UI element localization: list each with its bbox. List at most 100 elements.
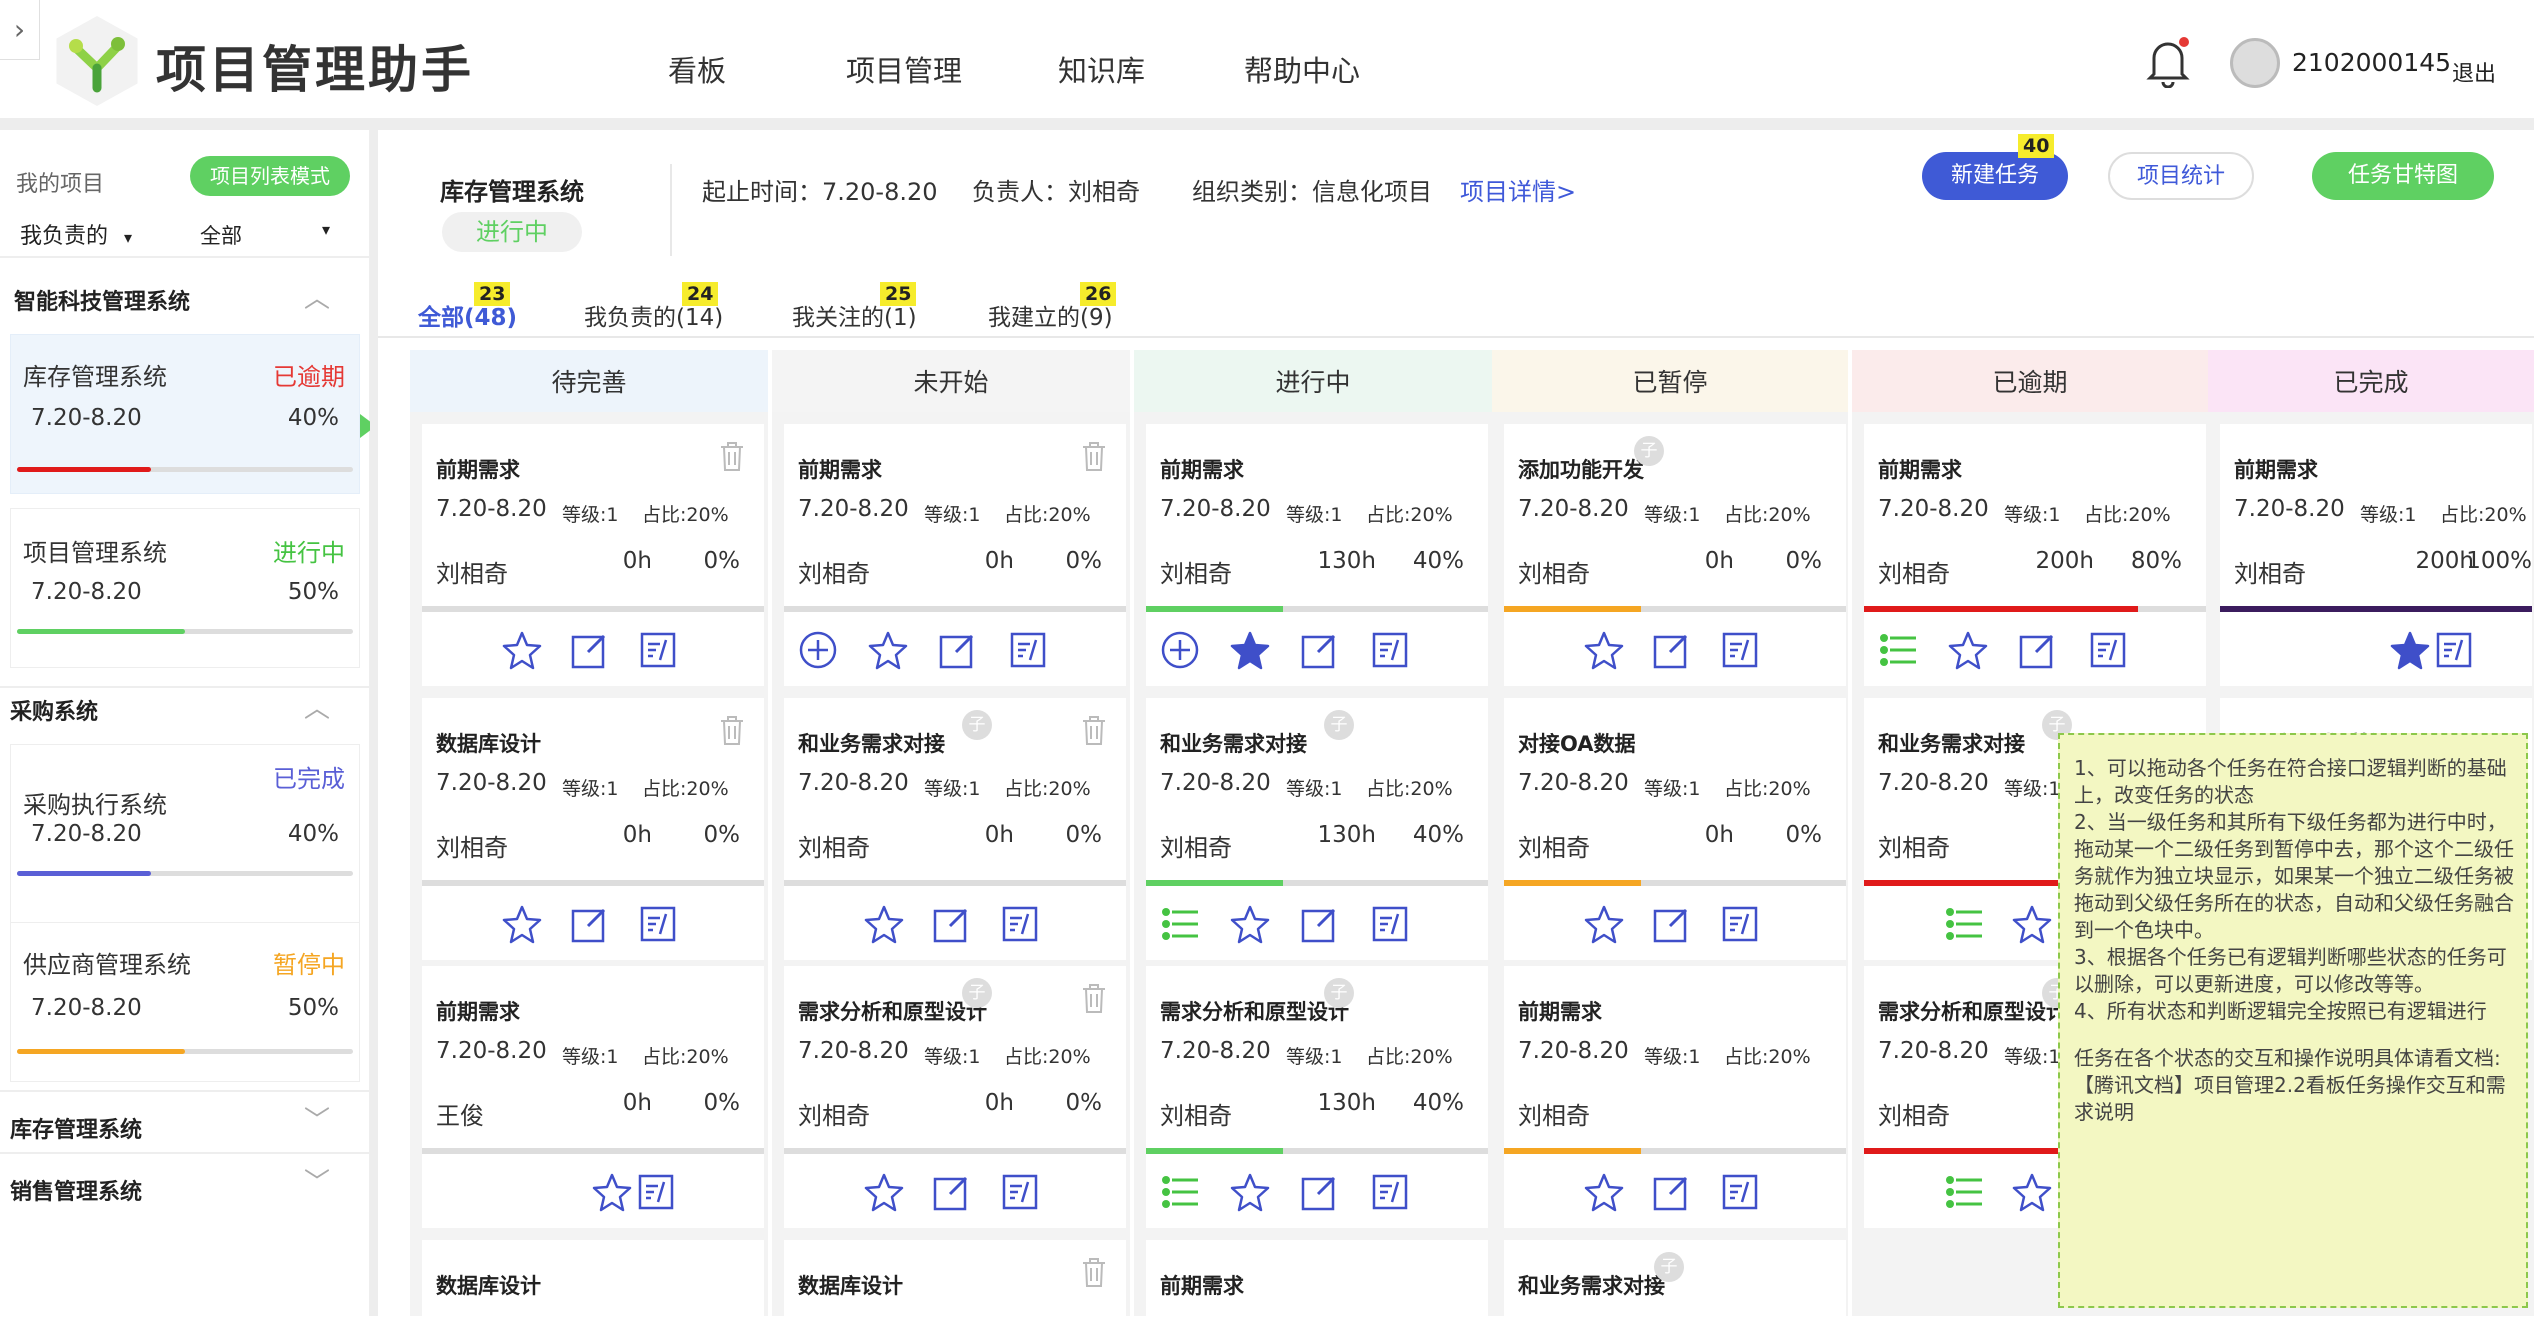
task-title: 需求分析和原型设计 <box>798 1000 987 1024</box>
chevron-down-icon[interactable]: ﹀ <box>304 1100 330 1137</box>
subtask-icon[interactable] <box>1944 904 1984 944</box>
star-icon[interactable] <box>2012 904 2052 944</box>
task-card[interactable]: 数据库设计 <box>784 1240 1126 1320</box>
star-icon[interactable] <box>592 1172 632 1212</box>
report-icon[interactable] <box>2088 630 2128 670</box>
edit-icon[interactable] <box>570 630 610 670</box>
subtask-icon[interactable] <box>1944 1172 1984 1212</box>
task-card[interactable]: 添加功能开发子 7.20-8.20 等级:1 占比:20% 刘相奇 0h 0% <box>1504 424 1846 686</box>
list-mode-button[interactable]: 项目列表模式 <box>190 156 350 196</box>
subtask-icon[interactable] <box>1878 630 1918 670</box>
add-circle-icon[interactable] <box>1160 630 1200 670</box>
report-icon[interactable] <box>2434 630 2474 670</box>
star-icon[interactable] <box>1230 904 1270 944</box>
edit-icon[interactable] <box>1652 904 1692 944</box>
star-icon[interactable] <box>1230 1172 1270 1212</box>
avatar[interactable] <box>2230 38 2280 88</box>
filter-owner[interactable]: 我负责的 ▾ <box>20 218 132 250</box>
chevron-down-icon[interactable]: ﹀ <box>304 1162 330 1199</box>
star-icon[interactable] <box>1948 630 1988 670</box>
trash-icon[interactable] <box>718 440 746 472</box>
task-card[interactable]: 前期需求 7.20-8.20 等级:1 占比:20% 刘相奇 200h 100% <box>2220 424 2532 686</box>
group-title[interactable]: 销售管理系统 <box>10 1174 142 1206</box>
project-detail-link[interactable]: 项目详情> <box>1460 172 1576 207</box>
task-card[interactable]: 前期需求 7.20-8.20 等级:1 占比:20% 刘相奇 0h 0% <box>422 424 764 686</box>
edit-icon[interactable] <box>1300 1172 1340 1212</box>
task-card[interactable]: 前期需求 7.20-8.20 等级:1 占比:20% 王俊 0h 0% <box>422 966 764 1228</box>
report-icon[interactable] <box>1720 904 1760 944</box>
edit-icon[interactable] <box>1652 630 1692 670</box>
group-title[interactable]: 智能科技管理系统 <box>14 284 190 316</box>
task-card[interactable]: 需求分析和原型设计子 7.20-8.20 等级:1 占比:20% 刘相奇 0h 0% <box>784 966 1126 1228</box>
task-card[interactable]: 数据库设计 7.20-8.20 等级:1 占比:20% 刘相奇 0h 0% <box>422 698 764 960</box>
star-filled-icon[interactable] <box>2390 630 2430 670</box>
report-icon[interactable] <box>1370 630 1410 670</box>
gantt-button[interactable]: 任务甘特图 <box>2312 152 2494 200</box>
add-circle-icon[interactable] <box>798 630 838 670</box>
group-title[interactable]: 库存管理系统 <box>10 1112 142 1144</box>
edit-icon[interactable] <box>1300 630 1340 670</box>
edit-icon[interactable] <box>932 1172 972 1212</box>
task-card[interactable]: 和业务需求对接子 <box>1504 1240 1846 1320</box>
star-icon[interactable] <box>2012 1172 2052 1212</box>
report-icon[interactable] <box>638 904 678 944</box>
task-card[interactable]: 前期需求 7.20-8.20 等级:1 占比:20% 刘相奇 200h 80% <box>1864 424 2206 686</box>
edit-icon[interactable] <box>932 904 972 944</box>
task-card[interactable]: 前期需求 7.20-8.20 等级:1 占比:20% 刘相奇 130h 40% <box>1146 424 1488 686</box>
task-card[interactable]: 和业务需求对接子 7.20-8.20 等级:1 占比:20% 刘相奇 130h 40% <box>1146 698 1488 960</box>
project-card[interactable]: 供应商管理系统 暂停中 7.20-8.20 50% <box>10 922 360 1082</box>
report-icon[interactable] <box>1720 1172 1760 1212</box>
trash-icon[interactable] <box>1080 1256 1108 1288</box>
task-card[interactable]: 数据库设计 <box>422 1240 764 1320</box>
report-icon[interactable] <box>1370 904 1410 944</box>
edit-icon[interactable] <box>2018 630 2058 670</box>
chevron-up-icon[interactable]: ︿ <box>304 278 330 315</box>
task-card[interactable]: 需求分析和原型设计子 7.20-8.20 等级:1 占比:20% 刘相奇 130h 40% <box>1146 966 1488 1228</box>
star-icon[interactable] <box>1584 1172 1624 1212</box>
report-icon[interactable] <box>1008 630 1048 670</box>
star-icon[interactable] <box>1584 904 1624 944</box>
report-icon[interactable] <box>1000 904 1040 944</box>
bell-icon[interactable] <box>2142 34 2194 89</box>
nav-projects[interactable]: 项目管理 <box>846 48 962 90</box>
trash-icon[interactable] <box>1080 714 1108 746</box>
report-icon[interactable] <box>1720 630 1760 670</box>
nav-kanban[interactable]: 看板 <box>668 48 726 90</box>
collapse-icon[interactable]: › <box>0 0 40 60</box>
trash-icon[interactable] <box>1080 982 1108 1014</box>
report-icon[interactable] <box>638 630 678 670</box>
stats-button[interactable]: 项目统计 <box>2108 152 2254 200</box>
star-icon[interactable] <box>1584 630 1624 670</box>
subtask-icon[interactable] <box>1160 1172 1200 1212</box>
star-filled-icon[interactable] <box>1230 630 1270 670</box>
group-title[interactable]: 采购系统 <box>10 694 98 726</box>
star-icon[interactable] <box>868 630 908 670</box>
filter-all[interactable]: 全部 ▾ <box>200 220 330 250</box>
logout-link[interactable]: 退出 <box>2452 56 2496 88</box>
subtask-icon[interactable] <box>1160 904 1200 944</box>
star-icon[interactable] <box>864 1172 904 1212</box>
task-card[interactable]: 前期需求 <box>1146 1240 1488 1320</box>
report-icon[interactable] <box>636 1172 676 1212</box>
edit-icon[interactable] <box>570 904 610 944</box>
chevron-up-icon[interactable]: ︿ <box>304 688 330 725</box>
edit-icon[interactable] <box>1300 904 1340 944</box>
nav-knowledge[interactable]: 知识库 <box>1058 48 1145 90</box>
edit-icon[interactable] <box>1652 1172 1692 1212</box>
project-card[interactable]: 项目管理系统 进行中 7.20-8.20 50% <box>10 508 360 668</box>
star-icon[interactable] <box>864 904 904 944</box>
edit-icon[interactable] <box>938 630 978 670</box>
task-card[interactable]: 和业务需求对接子 7.20-8.20 等级:1 占比:20% 刘相奇 0h 0% <box>784 698 1126 960</box>
star-icon[interactable] <box>502 630 542 670</box>
report-icon[interactable] <box>1000 1172 1040 1212</box>
project-card[interactable]: 库存管理系统 已逾期 7.20-8.20 40% <box>10 334 360 494</box>
star-icon[interactable] <box>502 904 542 944</box>
nav-help[interactable]: 帮助中心 <box>1244 48 1360 90</box>
trash-icon[interactable] <box>718 714 746 746</box>
task-card[interactable]: 对接OA数据 7.20-8.20 等级:1 占比:20% 刘相奇 0h 0% <box>1504 698 1846 960</box>
new-task-button[interactable]: 新建任务 <box>1922 152 2068 200</box>
task-card[interactable]: 前期需求 7.20-8.20 等级:1 占比:20% 刘相奇 <box>1504 966 1846 1228</box>
report-icon[interactable] <box>1370 1172 1410 1212</box>
task-card[interactable]: 前期需求 7.20-8.20 等级:1 占比:20% 刘相奇 0h 0% <box>784 424 1126 686</box>
trash-icon[interactable] <box>1080 440 1108 472</box>
